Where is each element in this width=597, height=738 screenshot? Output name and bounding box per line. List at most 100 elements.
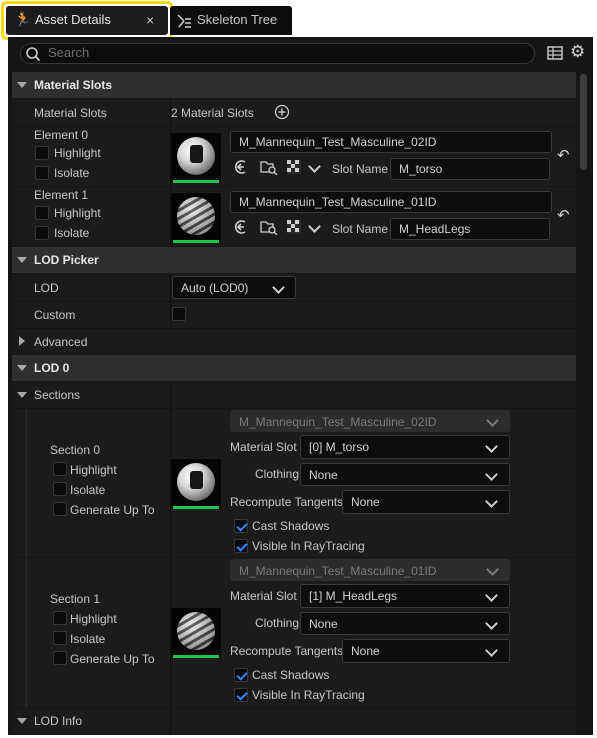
material-name: M_Mannequin_Test_Masculine_02ID	[239, 135, 437, 149]
section-0: Section 0 Highlight Isolate Generate Up …	[12, 409, 576, 557]
checker-texture-icon[interactable]	[286, 219, 302, 235]
recompute-tangents-select[interactable]: None	[342, 490, 510, 514]
highlight-checkbox[interactable]	[35, 146, 49, 160]
lod0-header-label: LOD 0	[34, 361, 70, 375]
section-label: Section 0	[50, 443, 101, 457]
material-thumbnail[interactable]	[171, 608, 221, 658]
highlight-label: Highlight	[54, 146, 101, 160]
use-selected-icon[interactable]	[234, 219, 250, 235]
visible-in-raytracing-checkbox[interactable]	[234, 688, 248, 702]
material-name: M_Mannequin_Test_Masculine_01ID	[239, 195, 437, 209]
checker-texture-icon[interactable]	[286, 159, 302, 175]
highlight-checkbox[interactable]	[53, 611, 67, 625]
isolate-checkbox[interactable]	[35, 166, 49, 180]
collapse-arrow-icon	[17, 365, 27, 371]
material-slot-value: [1] M_HeadLegs	[309, 589, 398, 603]
custom-checkbox[interactable]	[172, 307, 186, 321]
sections-row[interactable]: Sections	[12, 382, 576, 408]
visible-in-raytracing-checkbox[interactable]	[234, 539, 248, 553]
slot-name-label: Slot Name	[332, 222, 389, 236]
isolate-checkbox[interactable]	[35, 226, 49, 240]
cast-shadows-checkbox[interactable]	[234, 519, 248, 533]
chevron-down-icon	[485, 468, 498, 481]
generate-up-to-checkbox[interactable]	[53, 502, 67, 516]
browse-icon[interactable]	[260, 159, 278, 175]
material-slots-count: 2 Material Slots	[171, 106, 254, 120]
recompute-tangents-label: Recompute Tangents	[230, 495, 344, 509]
chevron-down-icon	[485, 644, 498, 657]
section-material-select: M_Mannequin_Test_Masculine_02ID	[230, 410, 510, 432]
search-input[interactable]: Search	[20, 43, 535, 64]
lod-picker-header-label: LOD Picker	[34, 253, 99, 267]
lod-select[interactable]: Auto (LOD0)	[172, 276, 296, 299]
clothing-label: Clothing	[255, 467, 300, 481]
section-material-select: M_Mannequin_Test_Masculine_01ID	[230, 559, 510, 581]
collapse-arrow-icon	[17, 257, 27, 263]
bone-tree-icon	[177, 14, 191, 28]
custom-label: Custom	[34, 308, 76, 322]
collapse-arrow-icon	[17, 718, 27, 724]
isolate-label: Isolate	[70, 483, 106, 497]
material-slots-header[interactable]: Material Slots	[12, 72, 576, 98]
section-1: Section 1 Highlight Isolate Generate Up …	[12, 558, 576, 707]
highlight-checkbox[interactable]	[53, 462, 67, 476]
material-slot-value: [0] M_torso	[309, 440, 370, 454]
highlight-label: Highlight	[70, 612, 117, 626]
chevron-down-icon	[485, 617, 498, 630]
highlight-checkbox[interactable]	[35, 206, 49, 220]
highlight-label: Highlight	[70, 463, 117, 477]
lod-picker-header[interactable]: LOD Picker	[12, 247, 576, 273]
advanced-label: Advanced	[34, 335, 88, 349]
generate-up-to-label: Generate Up To	[70, 652, 155, 666]
table-view-icon[interactable]	[547, 46, 563, 60]
chevron-down-icon[interactable]	[308, 160, 321, 173]
section-material-value: M_Mannequin_Test_Masculine_01ID	[239, 564, 437, 578]
recompute-tangents-select[interactable]: None	[342, 639, 510, 663]
reset-arrow-icon[interactable]: ↶	[557, 148, 570, 163]
element-label: Element 1	[34, 188, 89, 202]
cast-shadows-checkbox[interactable]	[234, 668, 248, 682]
material-thumbnail[interactable]	[171, 193, 221, 243]
scrollbar-thumb[interactable]	[580, 74, 587, 170]
lod-select-value: Auto (LOD0)	[181, 281, 249, 295]
custom-row: Custom	[12, 302, 576, 328]
lod-row: LOD Auto (LOD0)	[12, 274, 576, 301]
slot-name-field[interactable]: M_HeadLegs	[390, 218, 550, 240]
material-slots-header-label: Material Slots	[34, 78, 113, 92]
chevron-down-icon	[485, 589, 498, 602]
material-slot-select[interactable]: [0] M_torso	[300, 435, 510, 459]
lod0-header[interactable]: LOD 0	[12, 355, 576, 381]
isolate-checkbox[interactable]	[53, 631, 67, 645]
sections-label: Sections	[34, 388, 81, 402]
clothing-select[interactable]: None	[300, 612, 510, 635]
isolate-checkbox[interactable]	[53, 482, 67, 496]
chevron-down-icon[interactable]	[308, 220, 321, 233]
clothing-label: Clothing	[255, 616, 300, 630]
chevron-down-icon	[486, 563, 499, 576]
highlight-frame	[1, 1, 173, 40]
material-thumbnail[interactable]	[171, 133, 221, 183]
add-element-icon[interactable]	[274, 104, 290, 120]
advanced-row[interactable]: Advanced	[12, 329, 576, 354]
section-material-value: M_Mannequin_Test_Masculine_02ID	[239, 415, 437, 429]
material-slot-select[interactable]: [1] M_HeadLegs	[300, 584, 510, 608]
tab-skeleton-tree[interactable]: Skeleton Tree	[170, 6, 292, 35]
reset-arrow-icon[interactable]: ↶	[557, 208, 570, 223]
lod-info-row[interactable]: LOD Info	[12, 708, 576, 734]
use-selected-icon[interactable]	[234, 159, 250, 175]
material-picker[interactable]: M_Mannequin_Test_Masculine_01ID	[230, 191, 552, 213]
slot-name-field[interactable]: M_torso	[390, 158, 550, 180]
visible-in-raytracing-label: Visible In RayTracing	[252, 539, 365, 553]
gear-icon[interactable]: ⚙	[570, 43, 585, 60]
search-icon	[26, 47, 41, 62]
browse-icon[interactable]	[260, 219, 278, 235]
material-thumbnail[interactable]	[171, 459, 221, 509]
material-picker[interactable]: M_Mannequin_Test_Masculine_02ID	[230, 131, 552, 153]
scrollbar-track[interactable]	[578, 72, 588, 732]
generate-up-to-checkbox[interactable]	[53, 651, 67, 665]
generate-up-to-label: Generate Up To	[70, 503, 155, 517]
recompute-tangents-label: Recompute Tangents	[230, 644, 344, 658]
lod-label: LOD	[34, 281, 59, 295]
clothing-select[interactable]: None	[300, 463, 510, 486]
chevron-down-icon	[272, 281, 285, 294]
